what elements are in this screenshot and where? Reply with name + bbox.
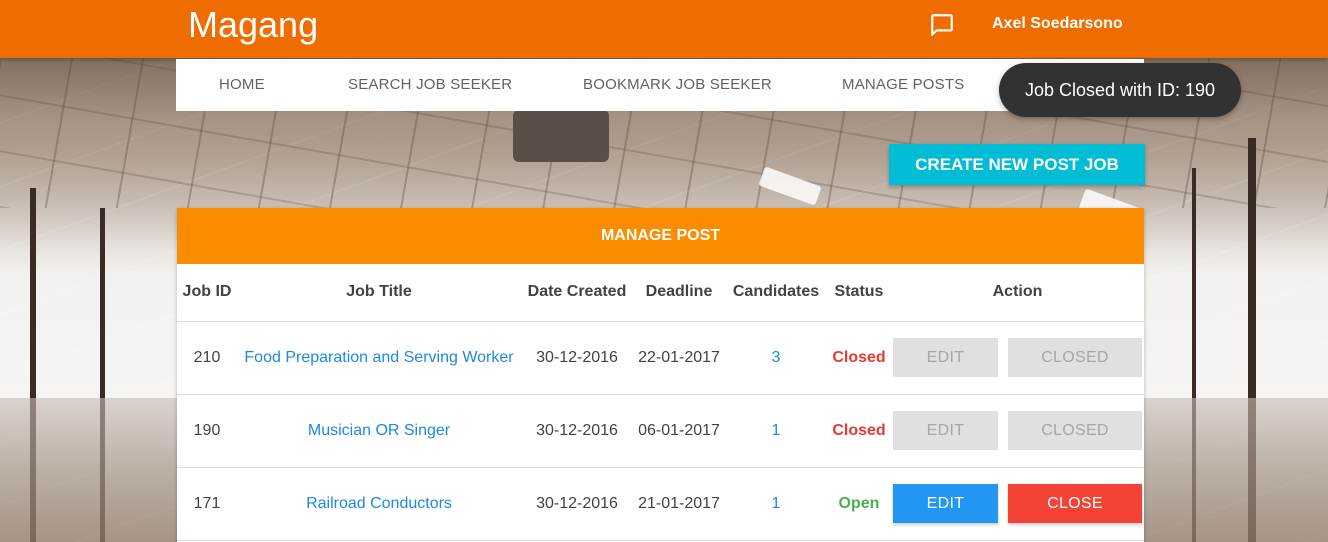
edit-button[interactable]: EDIT <box>893 484 998 523</box>
job-id: 190 <box>177 394 237 468</box>
deadline: 22-01-2017 <box>633 321 725 395</box>
date-created: 30-12-2016 <box>521 467 633 541</box>
column-header: Deadline <box>633 264 725 322</box>
nav-item-manage-posts[interactable]: MANAGE POSTS <box>842 76 964 93</box>
user-name-menu[interactable]: Axel Soedarsono <box>992 15 1123 33</box>
column-header: Status <box>827 264 891 322</box>
status-badge: Open <box>838 494 880 512</box>
projector-shape <box>513 110 609 162</box>
create-new-post-job-button[interactable]: CREATE NEW POST JOB <box>889 144 1145 185</box>
deadline: 21-01-2017 <box>633 467 725 541</box>
candidates-link[interactable]: 3 <box>772 349 781 366</box>
date-created: 30-12-2016 <box>521 394 633 468</box>
chat-bubble-icon[interactable] <box>928 12 956 38</box>
posts-table: Job ID Job Title Date Created Deadline C… <box>177 264 1144 541</box>
column-header: Job Title <box>237 264 521 322</box>
close-job-button[interactable]: CLOSED <box>1008 338 1142 377</box>
table-row: 171 Railroad Conductors 30-12-2016 21-01… <box>177 467 1144 541</box>
job-id: 210 <box>177 321 237 395</box>
top-app-bar: Magang Axel Soedarsono <box>0 0 1328 58</box>
job-title-link[interactable]: Food Preparation and Serving Worker <box>244 349 513 366</box>
job-title-link[interactable]: Railroad Conductors <box>306 495 452 512</box>
snackbar-toast: Job Closed with ID: 190 <box>999 63 1241 117</box>
nav-item-search-job-seeker[interactable]: SEARCH JOB SEEKER <box>348 76 512 93</box>
table-row: 190 Musician OR Singer 30-12-2016 06-01-… <box>177 394 1144 468</box>
status-badge: Closed <box>832 348 886 366</box>
close-job-button[interactable]: CLOSE <box>1008 484 1142 523</box>
column-header: Date Created <box>521 264 633 322</box>
edit-button[interactable]: EDIT <box>893 338 998 377</box>
nav-item-bookmark-job-seeker[interactable]: BOOKMARK JOB SEEKER <box>583 76 772 93</box>
manage-post-panel: MANAGE POST Job ID Job Title Date Create… <box>177 208 1144 542</box>
column-header: Action <box>891 264 1144 322</box>
edit-button[interactable]: EDIT <box>893 411 998 450</box>
status-badge: Closed <box>832 421 886 439</box>
column-header: Job ID <box>177 264 237 322</box>
candidates-link[interactable]: 1 <box>772 422 781 439</box>
job-title-link[interactable]: Musician OR Singer <box>308 422 450 439</box>
brand-title[interactable]: Magang <box>188 4 318 46</box>
deadline: 06-01-2017 <box>633 394 725 468</box>
panel-title: MANAGE POST <box>177 208 1144 264</box>
table-row: 210 Food Preparation and Serving Worker … <box>177 321 1144 395</box>
candidates-link[interactable]: 1 <box>772 495 781 512</box>
close-job-button[interactable]: CLOSED <box>1008 411 1142 450</box>
table-header-row: Job ID Job Title Date Created Deadline C… <box>177 264 1144 322</box>
column-header: Candidates <box>725 264 827 322</box>
nav-item-home[interactable]: HOME <box>219 76 265 93</box>
date-created: 30-12-2016 <box>521 321 633 395</box>
job-id: 171 <box>177 467 237 541</box>
